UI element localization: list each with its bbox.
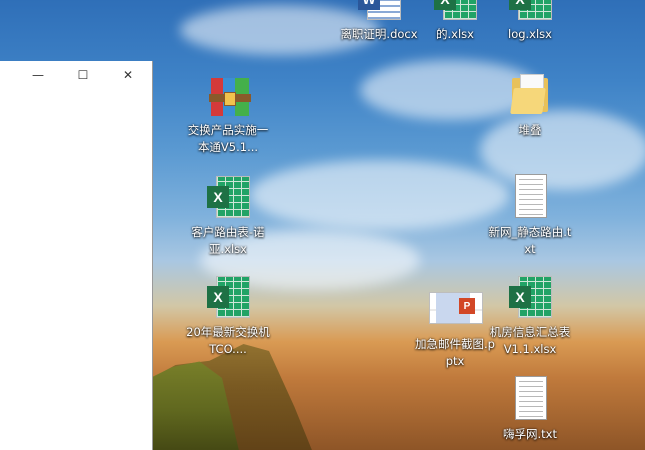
icon-label: 新网_静态路由.txt xyxy=(488,225,572,256)
excel-spreadsheet-icon: X xyxy=(431,0,479,22)
desktop-icon-txt[interactable]: 嗨孚网.txt xyxy=(484,374,576,443)
winrar-archive-icon xyxy=(204,70,252,118)
icon-label: 嗨孚网.txt xyxy=(503,427,557,441)
icon-label: 客户路由表-诺亚.xlsx xyxy=(191,225,265,256)
folder-icon xyxy=(506,70,554,118)
icon-label: 堆叠 xyxy=(518,123,542,137)
excel-spreadsheet-icon: X xyxy=(204,272,252,320)
desktop-icon-static-route-txt[interactable]: 新网_静态路由.txt xyxy=(484,172,576,258)
icon-label: 20年最新交换机TCO.... xyxy=(186,325,270,356)
close-icon: ✕ xyxy=(122,68,134,82)
icon-label: 交换产品实施一本通V5.1... xyxy=(187,123,269,154)
maximize-icon: ☐ xyxy=(77,68,89,82)
maximize-button[interactable]: ☐ xyxy=(63,61,103,89)
desktop-icon-room-info-xlsx[interactable]: X 机房信息汇总表V1.1.xlsx xyxy=(484,272,576,358)
word-document-icon: W xyxy=(355,0,403,22)
powerpoint-presentation-icon: P xyxy=(429,284,483,332)
desktop-icon-log-xlsx[interactable]: X log.xlsx xyxy=(484,0,576,43)
excel-spreadsheet-icon: X xyxy=(506,272,554,320)
desktop-icon-folder[interactable]: 堆叠 xyxy=(484,70,576,139)
desktop-icon-rar[interactable]: 交换产品实施一本通V5.1... xyxy=(182,70,274,156)
close-button[interactable]: ✕ xyxy=(108,61,148,89)
minimize-button[interactable]: — xyxy=(18,61,58,89)
minimize-icon: — xyxy=(32,68,44,82)
excel-spreadsheet-icon: X xyxy=(506,0,554,22)
icon-label: log.xlsx xyxy=(508,27,552,41)
desktop-icon-tco-xlsx[interactable]: X 20年最新交换机TCO.... xyxy=(182,272,274,358)
explorer-window[interactable]: — ☐ ✕ xyxy=(0,61,153,450)
text-file-icon xyxy=(506,374,554,422)
text-file-icon xyxy=(506,172,554,220)
desktop-icon-customer-routing-xlsx[interactable]: X 客户路由表-诺亚.xlsx xyxy=(182,172,274,258)
excel-spreadsheet-icon: X xyxy=(204,172,252,220)
icon-label: 机房信息汇总表V1.1.xlsx xyxy=(489,325,571,356)
cloud xyxy=(250,160,510,230)
